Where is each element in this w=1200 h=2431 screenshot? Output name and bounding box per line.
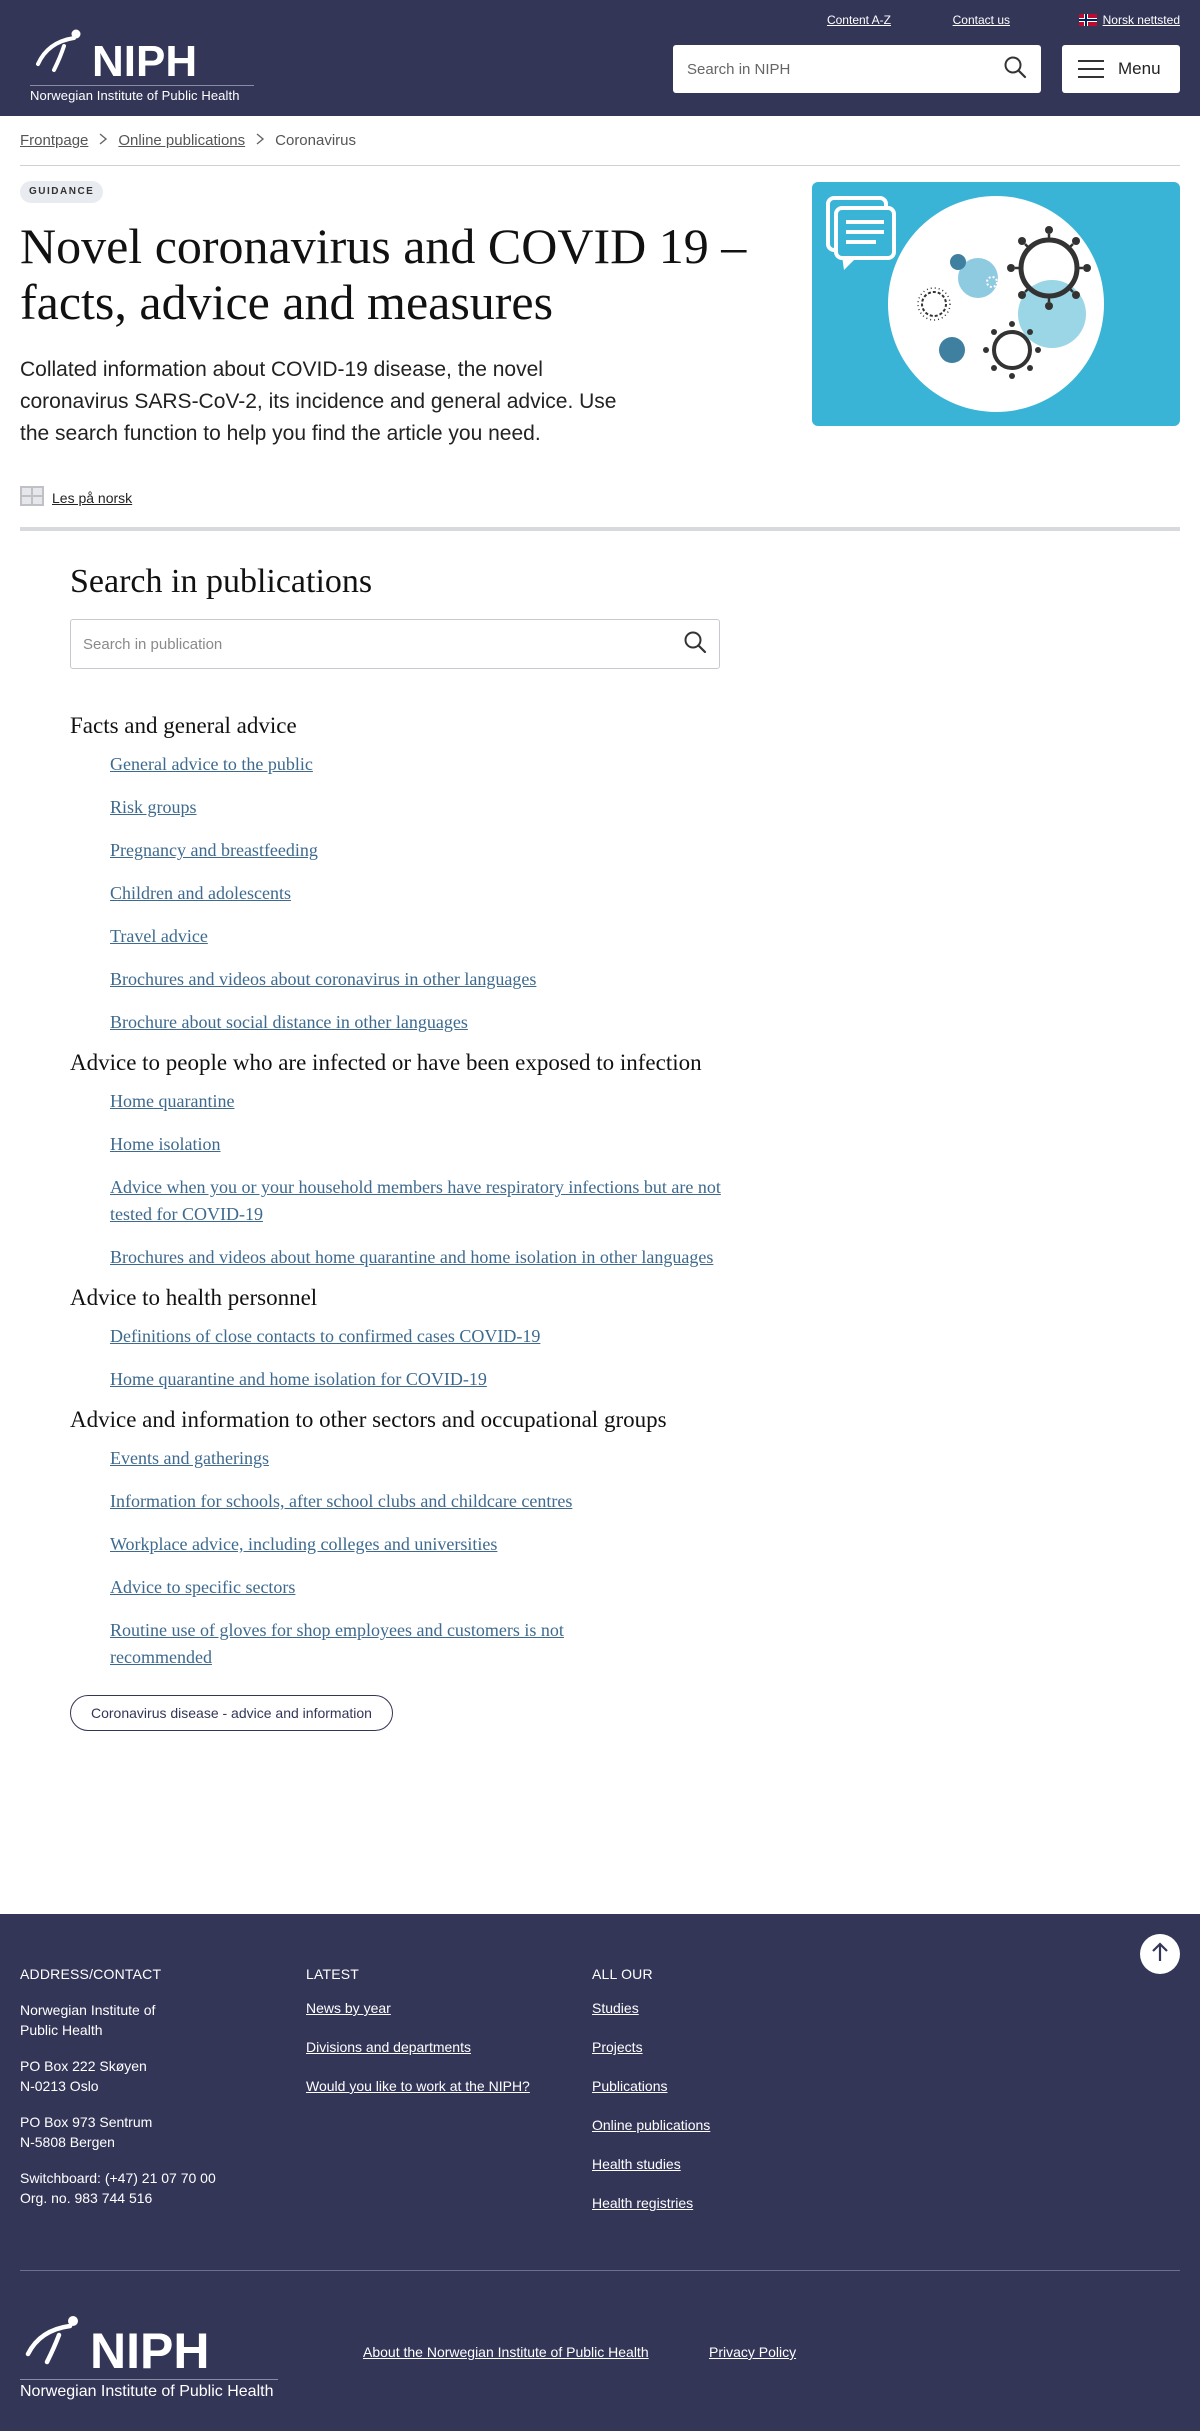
footer-org-name: Norwegian Institute of Public Health bbox=[20, 2002, 156, 2038]
footer-link-health-registries[interactable]: Health registries bbox=[592, 2195, 852, 2211]
logo-text: NIPH bbox=[92, 37, 197, 84]
footer-about-link[interactable]: About the Norwegian Institute of Public … bbox=[363, 2344, 649, 2360]
norway-flag-icon bbox=[1078, 14, 1097, 26]
divider bbox=[20, 527, 1180, 531]
link-quarantine-isolation-covid[interactable]: Home quarantine and home isolation for C… bbox=[110, 1369, 487, 1389]
link-quarantine-brochures[interactable]: Brochures and videos about home quaranti… bbox=[110, 1247, 713, 1267]
link-not-tested-advice[interactable]: Advice when you or your household member… bbox=[110, 1177, 721, 1224]
publication-search-input[interactable] bbox=[83, 635, 683, 653]
site-search-input[interactable] bbox=[687, 60, 1003, 78]
contact-us-link[interactable]: Contact us bbox=[953, 13, 1010, 27]
site-search bbox=[673, 45, 1041, 93]
section-links-facts: General advice to the public Risk groups… bbox=[70, 751, 730, 1036]
breadcrumb: Frontpage Online publications Coronaviru… bbox=[20, 132, 356, 149]
section-heading-health-personnel: Advice to health personnel bbox=[70, 1285, 318, 1310]
footer-latest-column: LATEST News by year Divisions and depart… bbox=[306, 1966, 566, 2117]
link-events-gatherings[interactable]: Events and gatherings bbox=[110, 1448, 269, 1468]
link-general-advice[interactable]: General advice to the public bbox=[110, 754, 313, 774]
section-links-other-sectors: Events and gatherings Information for sc… bbox=[70, 1445, 730, 1671]
section-heading-other-sectors: Advice and information to other sectors … bbox=[70, 1407, 667, 1432]
site-header: NIPH Norwegian Institute of Public Healt… bbox=[0, 0, 1200, 116]
content-type-badge: GUIDANCE bbox=[20, 181, 104, 203]
link-pregnancy[interactable]: Pregnancy and breastfeeding bbox=[110, 840, 318, 860]
search-icon[interactable] bbox=[1003, 55, 1027, 84]
link-risk-groups[interactable]: Risk groups bbox=[110, 797, 197, 817]
coronavirus-info-button[interactable]: Coronavirus disease - advice and informa… bbox=[70, 1695, 393, 1731]
menu-button[interactable]: Menu bbox=[1062, 45, 1180, 93]
publication-search bbox=[70, 619, 720, 669]
read-in-norwegian-label: Les på norsk bbox=[52, 489, 133, 506]
section-heading-infected: Advice to people who are infected or hav… bbox=[70, 1050, 702, 1075]
link-home-quarantine[interactable]: Home quarantine bbox=[110, 1091, 234, 1111]
footer-all-our-column: ALL OUR Studies Projects Publications On… bbox=[592, 1966, 852, 2234]
norsk-nettsted-label: Norsk nettsted bbox=[1102, 13, 1180, 27]
breadcrumb-online-publications[interactable]: Online publications bbox=[118, 132, 245, 149]
menu-label: Menu bbox=[1118, 59, 1161, 78]
section-heading-facts: Facts and general advice bbox=[70, 713, 297, 738]
norsk-nettsted-link[interactable]: Norsk nettsted bbox=[1078, 13, 1180, 27]
footer-address-heading: ADDRESS/CONTACT bbox=[20, 1966, 162, 1982]
hamburger-icon bbox=[1078, 60, 1104, 78]
footer-link-studies[interactable]: Studies bbox=[592, 2000, 852, 2016]
footer-all-our-heading: ALL OUR bbox=[592, 1966, 653, 1982]
link-home-isolation[interactable]: Home isolation bbox=[110, 1134, 221, 1154]
chevron-right-icon bbox=[98, 132, 108, 149]
footer-link-publications[interactable]: Publications bbox=[592, 2078, 852, 2094]
footer-privacy-link[interactable]: Privacy Policy bbox=[709, 2344, 796, 2360]
speech-bubble-icon bbox=[826, 196, 896, 270]
footer-link-projects[interactable]: Projects bbox=[592, 2039, 852, 2055]
publication-content: Search in publications Facts and general… bbox=[70, 555, 730, 1731]
page-lead: Collated information about COVID-19 dise… bbox=[20, 358, 617, 445]
coronavirus-illustration bbox=[812, 182, 1180, 426]
link-gloves[interactable]: Routine use of gloves for shop employees… bbox=[110, 1620, 564, 1667]
link-schools[interactable]: Information for schools, after school cl… bbox=[110, 1491, 572, 1511]
section-links-health-personnel: Definitions of close contacts to confirm… bbox=[70, 1323, 730, 1393]
read-in-norwegian-link[interactable]: Les på norsk bbox=[20, 486, 132, 509]
footer-logo-text: NIPH bbox=[90, 2323, 209, 2376]
language-icon bbox=[20, 486, 44, 509]
logo-subtitle: Norwegian Institute of Public Health bbox=[30, 85, 254, 103]
chevron-right-icon bbox=[255, 132, 265, 149]
footer-link-jobs[interactable]: Would you like to work at the NIPH? bbox=[306, 2078, 566, 2094]
footer-logo-subtitle: Norwegian Institute of Public Health bbox=[20, 2379, 278, 2401]
link-brochures-languages[interactable]: Brochures and videos about coronavirus i… bbox=[110, 969, 536, 989]
divider bbox=[20, 165, 1180, 166]
content-az-link[interactable]: Content A-Z bbox=[827, 13, 891, 27]
footer-link-health-studies[interactable]: Health studies bbox=[592, 2156, 852, 2172]
footer-address-oslo: PO Box 222 Skøyen N-0213 Oslo bbox=[20, 2058, 147, 2094]
link-specific-sectors[interactable]: Advice to specific sectors bbox=[110, 1577, 295, 1597]
search-publications-heading: Search in publications bbox=[70, 563, 373, 600]
footer-link-divisions[interactable]: Divisions and departments bbox=[306, 2039, 566, 2055]
link-social-distance-brochure[interactable]: Brochure about social distance in other … bbox=[110, 1012, 468, 1032]
site-footer: ADDRESS/CONTACT Norwegian Institute of Pu… bbox=[0, 1914, 1200, 2431]
link-travel-advice[interactable]: Travel advice bbox=[110, 926, 208, 946]
footer-link-online-publications[interactable]: Online publications bbox=[592, 2117, 852, 2133]
link-close-contacts[interactable]: Definitions of close contacts to confirm… bbox=[110, 1326, 540, 1346]
back-to-top-button[interactable] bbox=[1140, 1934, 1180, 1974]
footer-contact-numbers: Switchboard: (+47) 21 07 70 00 Org. no. 9… bbox=[20, 2170, 216, 2206]
footer-link-news[interactable]: News by year bbox=[306, 2000, 566, 2016]
footer-address-bergen: PO Box 973 Sentrum N-5808 Bergen bbox=[20, 2114, 153, 2150]
section-links-infected: Home quarantine Home isolation Advice wh… bbox=[70, 1088, 730, 1271]
link-workplace-advice[interactable]: Workplace advice, including colleges and… bbox=[110, 1534, 497, 1554]
breadcrumb-frontpage[interactable]: Frontpage bbox=[20, 132, 88, 149]
page-title: Novel coronavirus and COVID 19 – facts, … bbox=[20, 218, 747, 330]
footer-divider bbox=[20, 2270, 1180, 2271]
search-icon[interactable] bbox=[683, 630, 707, 659]
breadcrumb-current: Coronavirus bbox=[275, 132, 357, 149]
footer-latest-heading: LATEST bbox=[306, 1966, 360, 1982]
link-children[interactable]: Children and adolescents bbox=[110, 883, 291, 903]
arrow-up-icon bbox=[1150, 1941, 1170, 1968]
footer-address-column: ADDRESS/CONTACT Norwegian Institute of Pu… bbox=[20, 1966, 280, 2224]
